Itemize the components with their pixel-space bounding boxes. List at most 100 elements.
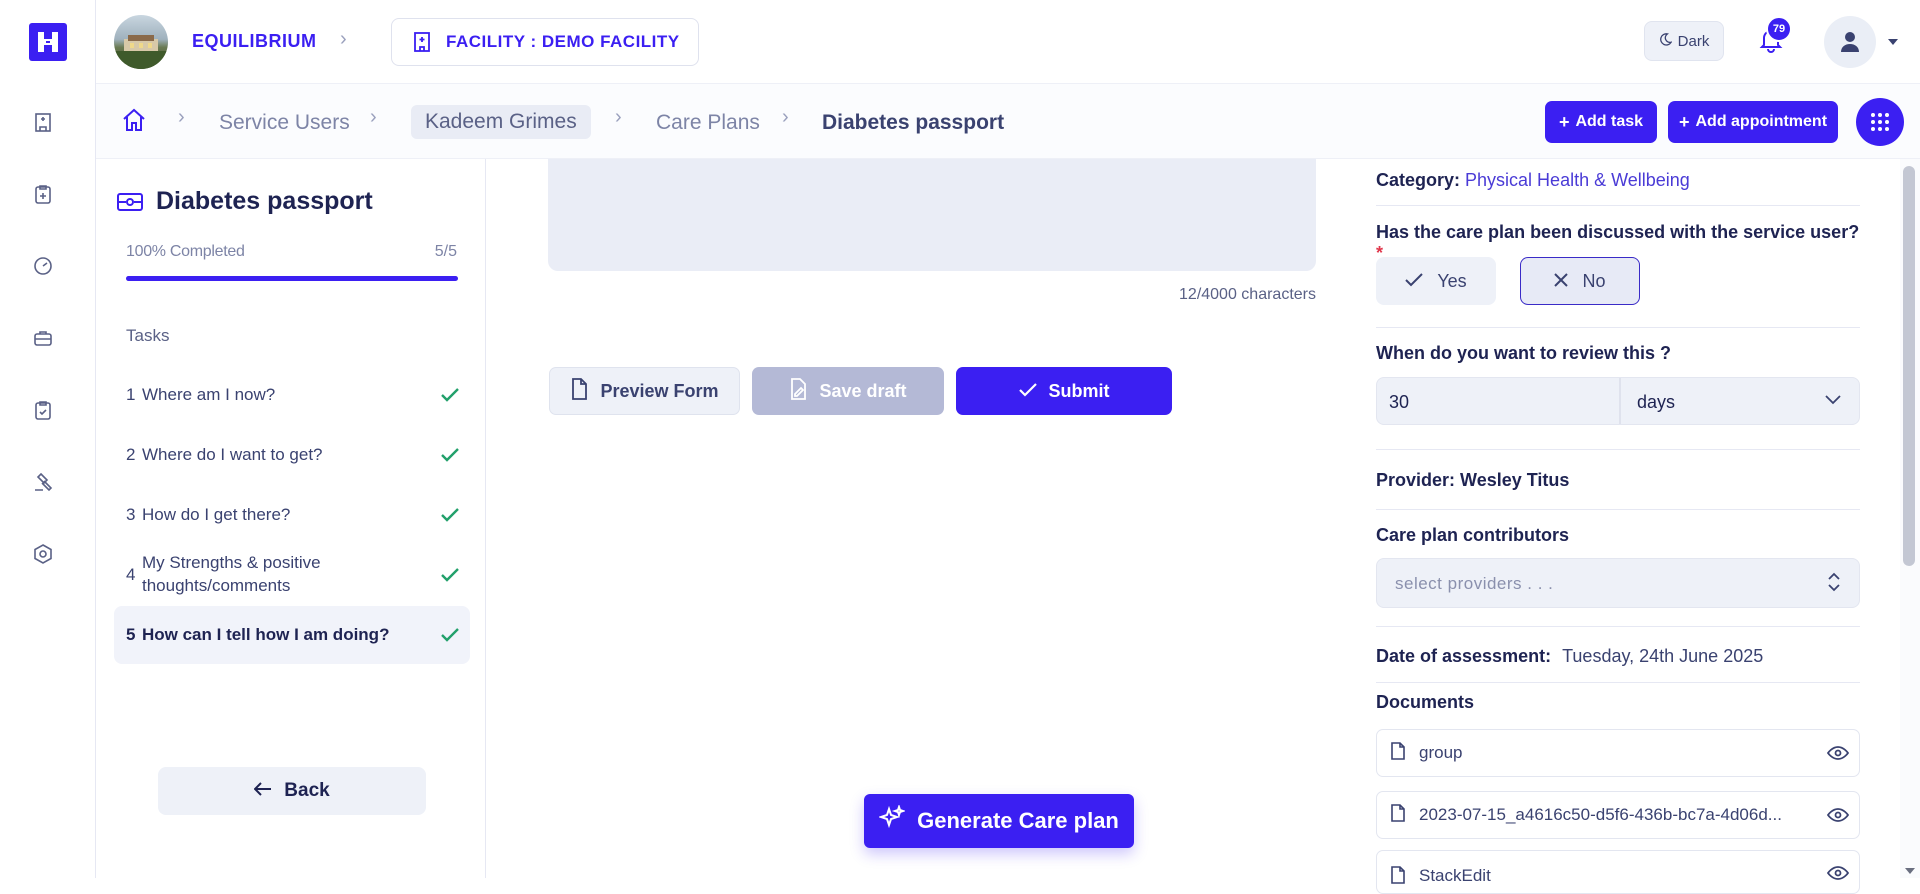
chevron-down-icon[interactable] xyxy=(1825,392,1841,410)
divider xyxy=(1376,626,1860,627)
hospital-icon xyxy=(414,32,430,52)
check-icon xyxy=(1018,381,1037,402)
back-label: Back xyxy=(284,780,330,801)
document-item[interactable]: StackEdit xyxy=(1376,850,1860,894)
task-label: Where do I want to get? xyxy=(142,444,323,464)
moon-icon xyxy=(1659,32,1673,50)
check-icon xyxy=(1405,271,1424,292)
app-logo[interactable] xyxy=(29,23,67,61)
category-value[interactable]: Physical Health & Wellbeing xyxy=(1465,170,1690,190)
care-plan-sidebar: Diabetes passport 100% Completed 5/5 Tas… xyxy=(96,159,486,878)
plus-icon: + xyxy=(1558,111,1570,132)
task-item[interactable]: 4 My Strengths & positive thoughts/comme… xyxy=(114,546,470,604)
chevron-right-icon: › xyxy=(370,106,377,128)
breadcrumb-service-user-name[interactable]: Kadeem Grimes xyxy=(411,105,591,139)
sparkles-icon xyxy=(877,803,907,837)
breadcrumb-service-users[interactable]: Service Users xyxy=(219,111,350,135)
divider xyxy=(1376,449,1860,450)
tasks-heading: Tasks xyxy=(126,326,170,345)
generate-care-plan-label: Generate Care plan xyxy=(917,808,1119,833)
submit-label: Submit xyxy=(1048,380,1110,401)
check-icon xyxy=(430,387,470,403)
progress-label: 100% Completed xyxy=(126,243,245,260)
breadcrumb-care-plans[interactable]: Care Plans xyxy=(656,111,760,135)
settings-hexagon-icon[interactable] xyxy=(30,541,56,567)
edit-document-icon xyxy=(789,377,807,405)
top-bar: EQUILIBRIUM › FACILITY : DEMO FACILITY D… xyxy=(96,0,1920,84)
assessment-date-label: Date of assessment: xyxy=(1376,646,1552,666)
briefcase-icon[interactable] xyxy=(30,325,56,351)
divider xyxy=(1376,205,1860,206)
building-icon[interactable] xyxy=(30,109,56,135)
back-button[interactable]: Back xyxy=(158,767,426,815)
task-item[interactable]: 3 How do I get there? xyxy=(114,486,470,544)
answer-textarea[interactable] xyxy=(548,159,1316,271)
organisation-name[interactable]: EQUILIBRIUM xyxy=(192,31,317,52)
contributors-label: Care plan contributors xyxy=(1376,525,1570,545)
apps-menu-button[interactable] xyxy=(1856,98,1904,146)
document-item[interactable]: 2023-07-15_a4616c50-d5f6-436b-bc7a-4d06d… xyxy=(1376,791,1860,839)
eye-icon[interactable] xyxy=(1817,746,1859,760)
dark-mode-label: Dark xyxy=(1677,32,1710,50)
scrollbar-thumb[interactable] xyxy=(1903,166,1915,566)
scroll-down-icon[interactable] xyxy=(1904,862,1916,880)
task-item[interactable]: 1 Where am I now? xyxy=(114,366,470,424)
review-number-input[interactable]: 30 xyxy=(1389,392,1409,413)
eye-icon[interactable] xyxy=(1817,808,1859,822)
chevron-right-icon: › xyxy=(782,106,789,128)
add-task-button[interactable]: + Add task xyxy=(1545,101,1657,143)
task-label: Where am I now? xyxy=(142,384,276,404)
task-item-active[interactable]: 5 How can I tell how I am doing? xyxy=(114,606,470,664)
save-draft-button[interactable]: Save draft xyxy=(752,367,944,415)
preview-form-button[interactable]: Preview Form xyxy=(549,367,740,415)
task-item[interactable]: 2 Where do I want to get? xyxy=(114,426,470,484)
review-unit-select[interactable]: days xyxy=(1637,392,1675,413)
save-draft-label: Save draft xyxy=(819,380,907,401)
chevron-right-icon: › xyxy=(615,106,622,128)
progress-bar xyxy=(126,276,458,281)
no-label: No xyxy=(1582,270,1606,291)
generate-care-plan-button[interactable]: Generate Care plan xyxy=(864,794,1134,848)
organisation-avatar[interactable] xyxy=(114,15,168,69)
contributors-placeholder: select providers . . . xyxy=(1395,574,1554,593)
add-appointment-button[interactable]: + Add appointment xyxy=(1668,101,1838,143)
check-icon xyxy=(430,567,470,583)
assessment-date-value: Tuesday, 24th June 2025 xyxy=(1562,646,1764,666)
document-icon xyxy=(570,377,588,405)
user-avatar[interactable] xyxy=(1824,16,1876,68)
check-icon xyxy=(430,627,470,643)
home-icon[interactable] xyxy=(120,106,148,139)
care-plan-title-text: Diabetes passport xyxy=(156,187,373,215)
app-sidebar xyxy=(0,0,96,878)
breadcrumb: › Service Users › Kadeem Grimes › Care P… xyxy=(96,84,1920,159)
care-plan-icon xyxy=(117,192,143,211)
documents-label: Documents xyxy=(1376,692,1475,712)
progress-count: 5/5 xyxy=(434,243,457,260)
clipboard-check-icon[interactable] xyxy=(30,397,56,423)
task-label: How can I tell how I am doing? xyxy=(142,624,390,644)
facility-label: FACILITY : DEMO FACILITY xyxy=(446,32,680,51)
assessment-date-row: Date of assessment: Tuesday, 24th June 2… xyxy=(1376,646,1763,667)
submit-button[interactable]: Submit xyxy=(956,367,1172,415)
chevron-right-icon: › xyxy=(178,106,185,128)
divider xyxy=(1376,327,1860,328)
preview-form-label: Preview Form xyxy=(600,380,719,401)
breadcrumb-current-page: Diabetes passport xyxy=(822,111,1005,134)
dark-mode-toggle[interactable]: Dark xyxy=(1644,21,1724,61)
category-label: Category: xyxy=(1376,170,1461,190)
clipboard-plus-icon[interactable] xyxy=(30,181,56,207)
task-number: 3 xyxy=(126,505,136,524)
task-number: 2 xyxy=(126,445,136,464)
contributors-select[interactable]: select providers . . . xyxy=(1376,558,1860,608)
document-item[interactable]: group xyxy=(1376,729,1860,777)
yes-option-button[interactable]: Yes xyxy=(1376,257,1496,305)
facility-selector[interactable]: FACILITY : DEMO FACILITY xyxy=(391,18,699,66)
progress-bar-fill xyxy=(126,276,458,281)
gavel-icon[interactable] xyxy=(30,469,56,495)
document-name: group xyxy=(1419,743,1463,762)
file-icon xyxy=(1391,741,1405,765)
task-number: 5 xyxy=(126,625,136,644)
caret-down-icon[interactable] xyxy=(1886,34,1900,52)
gauge-icon[interactable] xyxy=(30,253,56,279)
no-option-button[interactable]: No xyxy=(1520,257,1640,305)
